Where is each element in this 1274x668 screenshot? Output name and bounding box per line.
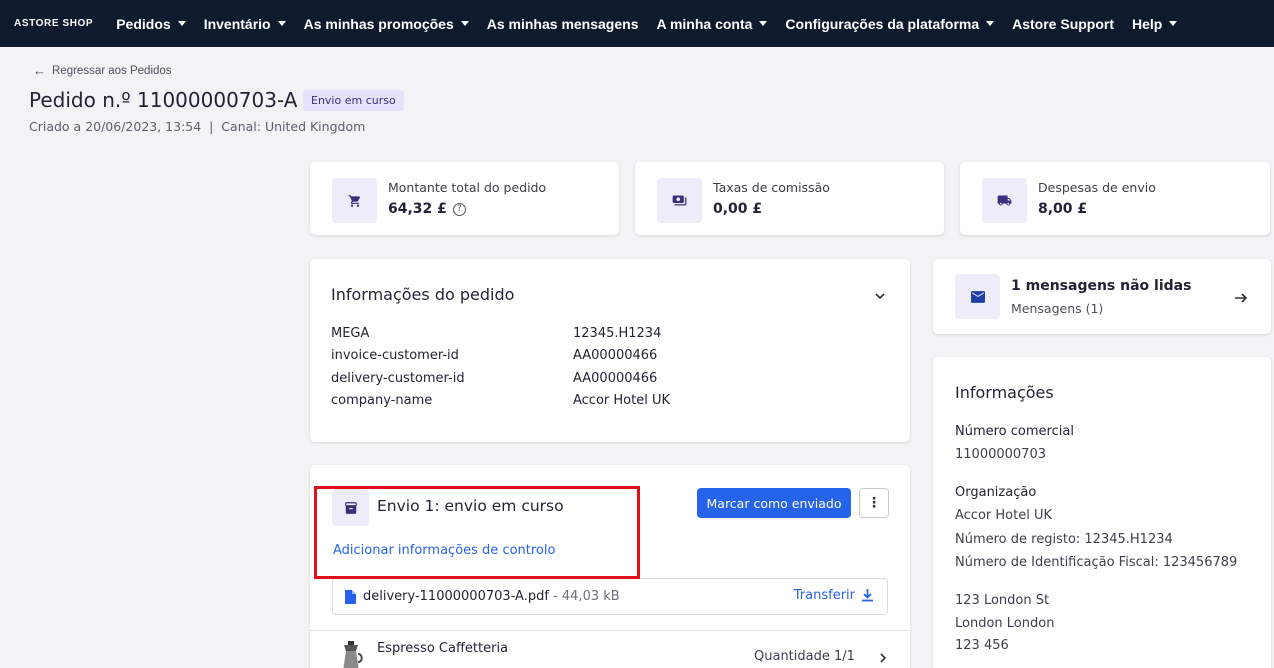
page-title: Pedido n.º 11000000703-A: [29, 88, 298, 112]
more-options-button[interactable]: ⋮: [859, 488, 889, 518]
info-value: AA00000466: [573, 371, 658, 386]
info-value: 12345.H1234: [573, 326, 662, 341]
highlight-annotation: [314, 486, 640, 579]
cash-icon: [657, 178, 702, 223]
mark-as-shipped-button[interactable]: Marcar como enviado: [697, 488, 851, 518]
info-key: delivery-customer-id: [331, 371, 465, 386]
commercial-number-label: Número comercial: [955, 424, 1074, 439]
commercial-number-value: 11000000703: [955, 447, 1046, 462]
organization-label: Organização: [955, 485, 1037, 500]
file-size: - 44,03 kB: [548, 589, 620, 604]
status-badge: Envio em curso: [303, 90, 404, 111]
truck-icon: [982, 178, 1027, 223]
info-value: Accor Hotel UK: [573, 393, 670, 408]
stat-label: Despesas de envio: [1038, 180, 1156, 195]
help-icon[interactable]: ?: [452, 202, 466, 216]
caret-down-icon: [460, 21, 469, 26]
caret-down-icon: [277, 21, 286, 26]
stat-label: Montante total do pedido: [388, 180, 547, 195]
stat-card-shipping: Despesas de envio 8,00 £: [960, 162, 1270, 235]
download-icon: [862, 589, 873, 602]
file-info: delivery-11000000703-A.pdf - 44,03 kB: [363, 589, 620, 604]
top-navigation: ASTORE SHOP Pedidos Inventário As minhas…: [0, 0, 1274, 47]
product-name: Espresso Caffetteria: [377, 641, 509, 656]
registration-number: Número de registo: 12345.H1234: [955, 532, 1173, 547]
file-icon: [345, 590, 356, 604]
product-quantity: Quantidade 1/1: [754, 649, 855, 664]
back-to-orders-link[interactable]: ← Regressar aos Pedidos: [33, 63, 172, 78]
delivery-file-row: delivery-11000000703-A.pdf - 44,03 kB Tr…: [332, 578, 888, 615]
tax-id: Número de Identificação Fiscal: 12345678…: [955, 555, 1238, 570]
info-key: invoice-customer-id: [331, 348, 459, 363]
caret-down-icon: [986, 21, 995, 26]
mail-icon: [955, 274, 1000, 319]
address-line: London London: [955, 616, 1055, 631]
stat-value: 8,00 £: [1038, 201, 1088, 217]
organization-name: Accor Hotel UK: [955, 508, 1052, 523]
info-key: MEGA: [331, 326, 370, 341]
messages-title: 1 mensagens não lidas: [1011, 278, 1192, 294]
customer-info-card: Informações Número comercial 11000000703…: [933, 357, 1271, 668]
nav-item-support[interactable]: Astore Support: [1012, 16, 1114, 32]
store-logo[interactable]: ASTORE SHOP: [14, 18, 93, 29]
nav-item-inventory[interactable]: Inventário: [204, 16, 286, 32]
messages-subtitle: Mensagens (1): [1011, 301, 1104, 316]
nav-item-platform-settings[interactable]: Configurações da plataforma: [785, 16, 995, 32]
caret-down-icon: [1169, 21, 1178, 26]
stat-value: 0,00 £: [713, 201, 763, 217]
arrow-right-icon: [1235, 289, 1248, 308]
chevron-down-icon[interactable]: [874, 287, 886, 300]
nav-item-orders[interactable]: Pedidos: [116, 16, 186, 32]
nav-item-messages[interactable]: As minhas mensagens: [487, 16, 639, 32]
arrow-left-icon: ←: [33, 63, 46, 78]
info-title: Informações: [955, 383, 1054, 402]
nav-item-help[interactable]: Help: [1132, 16, 1178, 32]
stat-value: 64,32 £?: [388, 201, 466, 217]
product-thumbnail: [333, 637, 369, 668]
caret-down-icon: [177, 21, 186, 26]
order-info-card: Informações do pedido MEGA 12345.H1234 i…: [310, 259, 910, 442]
cart-icon: [332, 178, 377, 223]
unread-messages-card[interactable]: 1 mensagens não lidas Mensagens (1): [933, 259, 1271, 334]
order-meta: Criado a 20/06/2023, 13:54 | Canal: Unit…: [29, 119, 366, 134]
stat-label: Taxas de comissão: [713, 180, 830, 195]
info-value: AA00000466: [573, 348, 658, 363]
download-button[interactable]: Transferir: [794, 588, 873, 603]
info-key: company-name: [331, 393, 433, 408]
file-name[interactable]: delivery-11000000703-A.pdf: [363, 589, 549, 604]
nav-item-promotions[interactable]: As minhas promoções: [304, 16, 469, 32]
caret-down-icon: [759, 21, 768, 26]
stat-card-commission: Taxas de comissão 0,00 £: [635, 162, 944, 235]
address-line: 123 London St: [955, 593, 1050, 608]
order-info-title: Informações do pedido: [331, 285, 515, 304]
address-line: 123 456: [955, 638, 1009, 653]
chevron-right-icon: [878, 649, 888, 668]
product-row[interactable]: Espresso Caffetteria Quantidade 1/1: [310, 631, 910, 668]
nav-item-account[interactable]: A minha conta: [656, 16, 768, 32]
stat-card-total: Montante total do pedido 64,32 £?: [310, 162, 619, 235]
